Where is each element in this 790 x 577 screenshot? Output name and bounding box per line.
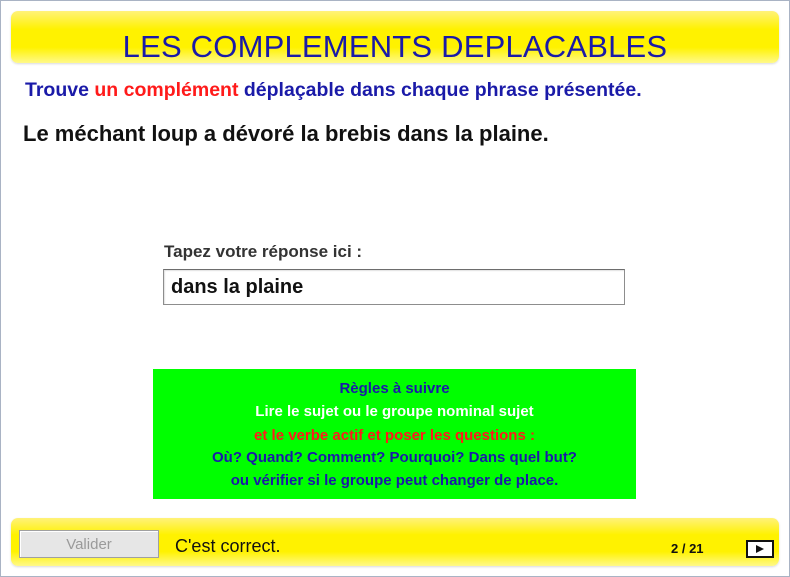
feedback-message: C'est correct. (175, 536, 281, 556)
footer-bar: Valider C'est correct. 2 / 21 (11, 518, 779, 566)
title-banner: LES COMPLEMENTS DEPLACABLES (11, 11, 779, 64)
next-button[interactable] (746, 540, 774, 558)
rules-panel: Règles à suivre Lire le sujet ou le grou… (153, 369, 636, 499)
instruction-part-1: Trouve (25, 79, 95, 101)
rules-line-4: ou vérifier si le groupe peut changer de… (230, 472, 559, 489)
instruction-part-3: déplaçable dans chaque phrase présentée. (238, 79, 642, 101)
rules-title: Règles à suivre (339, 380, 450, 397)
instruction-text: Trouve un complément déplaçable dans cha… (25, 79, 642, 102)
activity-window: LES COMPLEMENTS DEPLACABLES Trouve un co… (0, 0, 790, 577)
answer-input[interactable] (163, 269, 625, 305)
rules-line-3: Où? Quand? Comment? Pourquoi? Dans quel … (212, 449, 577, 466)
rules-line-2: et le verbe actif et poser les questions… (254, 427, 535, 444)
rules-line-1: Lire le sujet ou le groupe nominal sujet (255, 403, 534, 420)
validate-button[interactable]: Valider (19, 530, 159, 558)
page-counter: 2 / 21 (671, 541, 704, 556)
play-icon (756, 545, 764, 553)
answer-label: Tapez votre réponse ici : (164, 242, 363, 261)
question-sentence: Le méchant loup a dévoré la brebis dans … (23, 121, 549, 146)
page-title: LES COMPLEMENTS DEPLACABLES (122, 29, 668, 64)
instruction-highlight: un complément (94, 79, 239, 101)
